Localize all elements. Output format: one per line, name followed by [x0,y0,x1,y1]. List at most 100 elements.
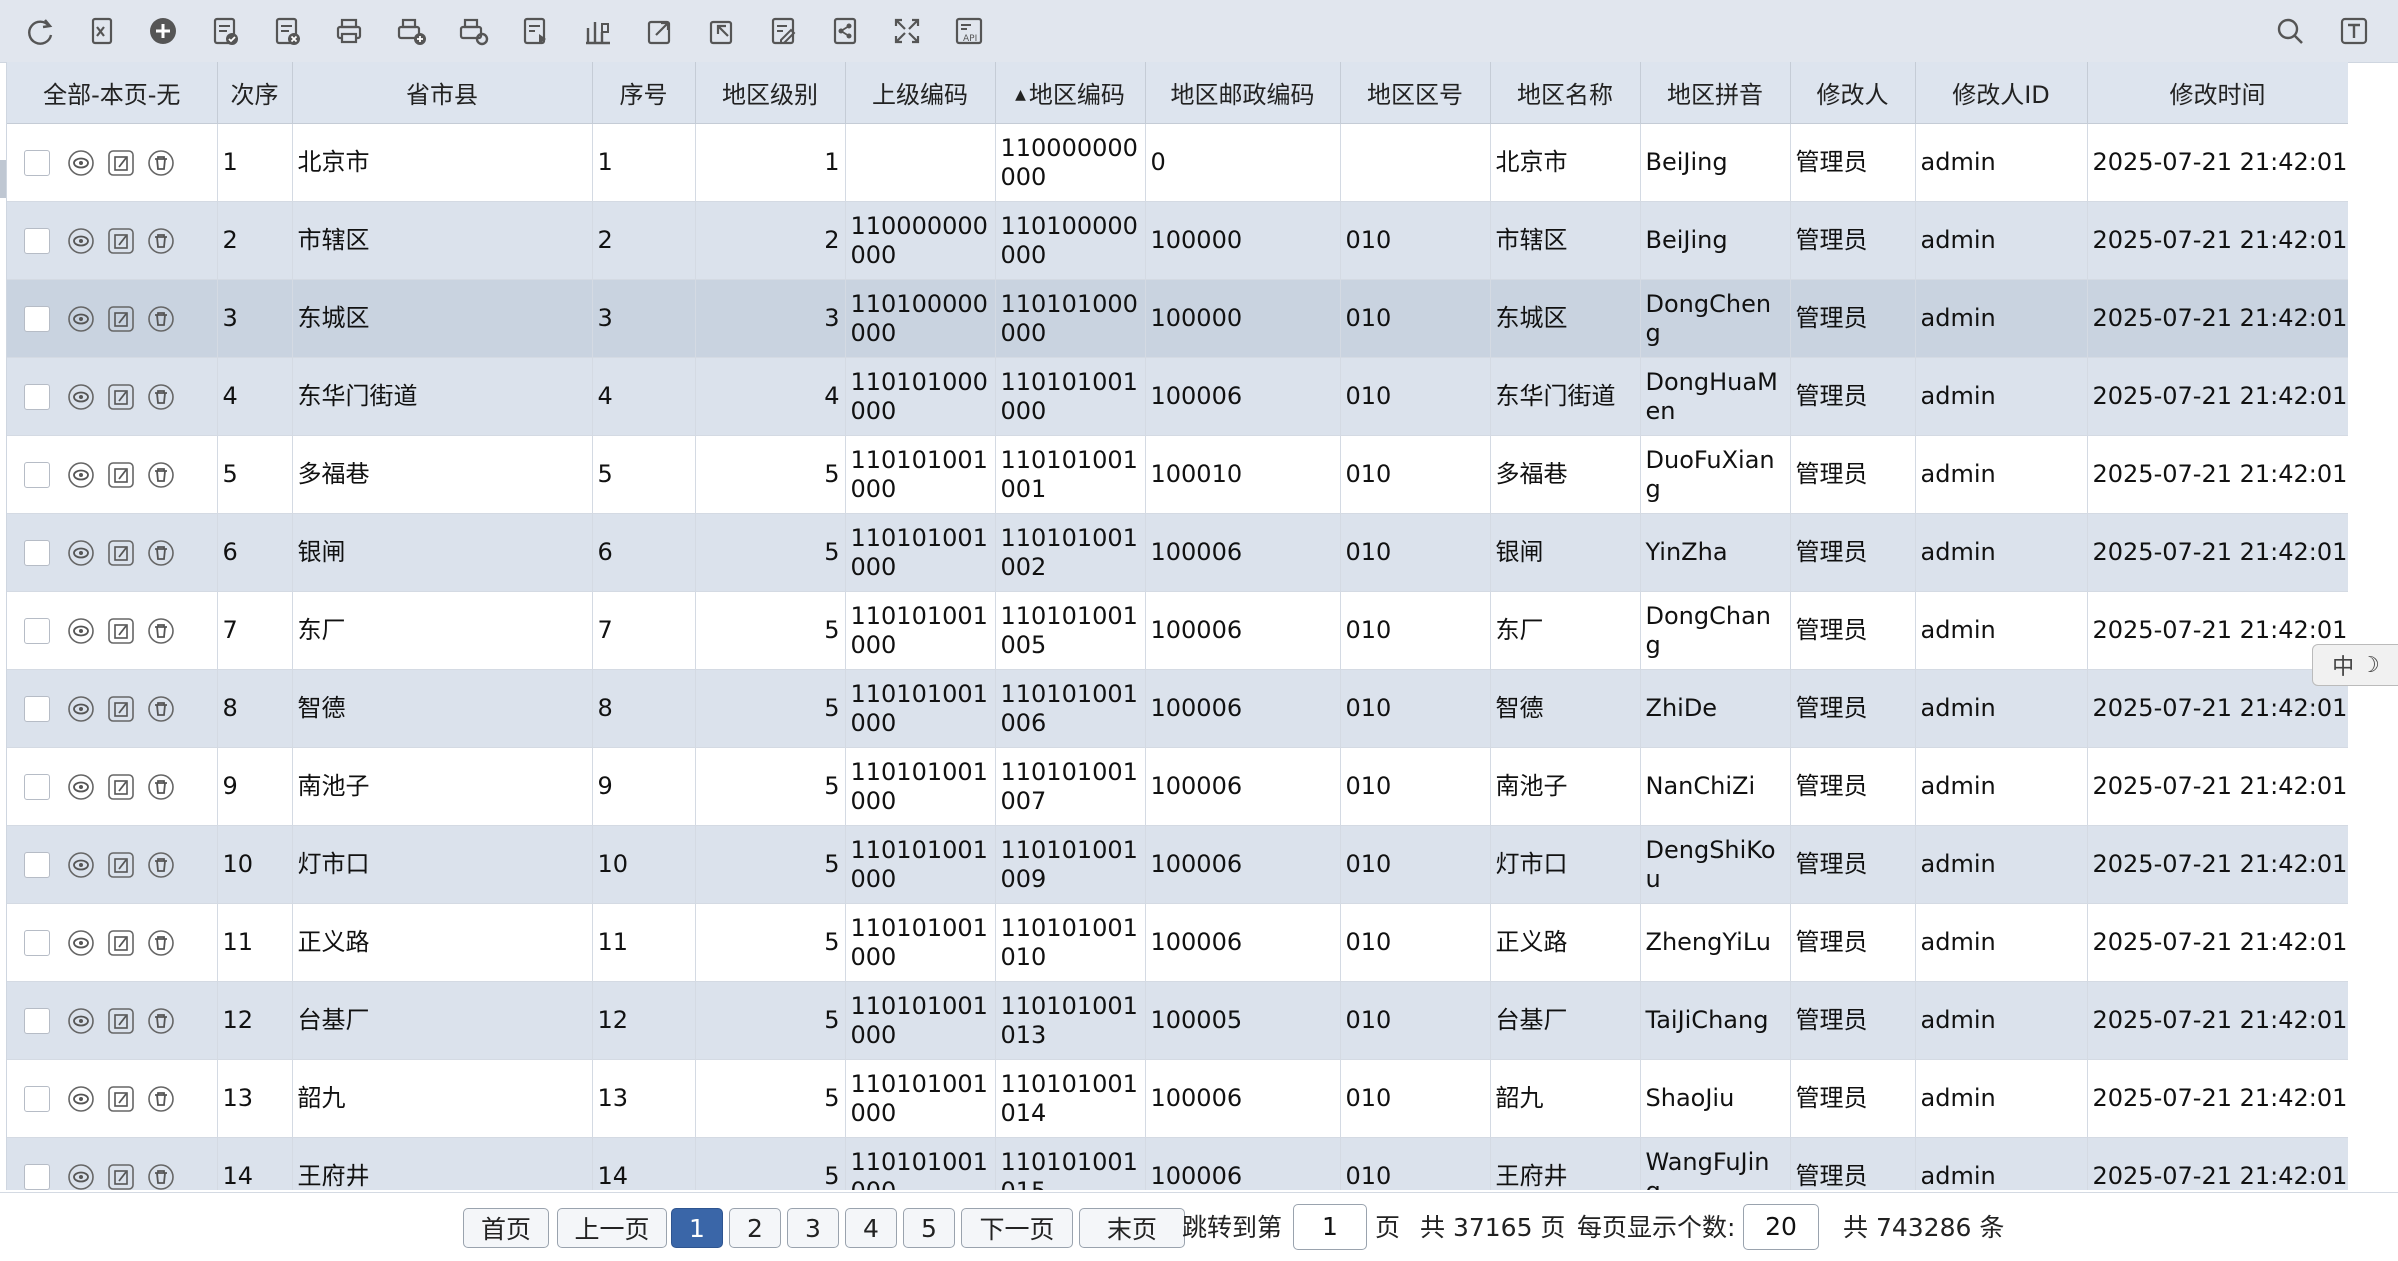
row-checkbox[interactable] [24,1085,50,1112]
table-row[interactable]: 11 正义路 11 5 110101001000 110101001010 100006 01… [7,903,2348,982]
row-checkbox[interactable] [24,383,50,410]
edit-icon[interactable] [106,1006,136,1036]
edit-form-icon[interactable] [763,11,803,51]
run-icon[interactable] [515,11,555,51]
row-checkbox[interactable] [24,695,50,722]
edit-icon[interactable] [106,538,136,568]
page-button-2[interactable]: 2 [729,1208,781,1248]
ime-indicator[interactable]: 中 ☽ [2312,644,2398,686]
edit-icon[interactable] [106,850,136,880]
refresh-icon[interactable] [19,11,59,51]
api-icon[interactable]: API [949,11,989,51]
text-tool-icon[interactable] [2334,11,2374,51]
row-checkbox[interactable] [24,227,50,254]
delete-icon[interactable] [146,694,176,724]
delete-icon[interactable] [146,304,176,334]
batch-delete-icon[interactable] [267,11,307,51]
delete-icon[interactable] [146,148,176,178]
col-modifier-header[interactable]: 修改人 [1790,62,1916,124]
table-row[interactable]: 10 灯市口 10 5 110101001000 110101001009 100006 01… [7,825,2348,904]
print-icon[interactable] [329,11,369,51]
row-checkbox[interactable] [24,149,50,176]
view-icon[interactable] [66,226,96,256]
table-row[interactable]: 13 韶九 13 5 110101001000 110101001014 100006 010… [7,1059,2348,1138]
delete-icon[interactable] [146,616,176,646]
view-icon[interactable] [66,304,96,334]
edit-icon[interactable] [106,226,136,256]
delete-icon[interactable] [146,1084,176,1114]
edit-icon[interactable] [106,694,136,724]
batch-approve-icon[interactable] [205,11,245,51]
delete-icon[interactable] [146,226,176,256]
page-button-3[interactable]: 3 [787,1208,839,1248]
table-row[interactable]: 6 银闸 6 5 110101001000 110101001002 100006 010 银闸… [7,513,2348,592]
edit-icon[interactable] [106,772,136,802]
row-checkbox[interactable] [24,1163,50,1190]
row-checkbox[interactable] [24,461,50,488]
page-button-4[interactable]: 4 [845,1208,897,1248]
view-icon[interactable] [66,850,96,880]
share-icon[interactable] [825,11,865,51]
table-row[interactable]: 2 市辖区 2 2 110000000000 110100000000 100000 010 市… [7,201,2348,280]
view-icon[interactable] [66,928,96,958]
row-checkbox[interactable] [24,1007,50,1034]
table-row[interactable]: 12 台基厂 12 5 110101001000 110101001013 100005 01… [7,981,2348,1060]
table-row[interactable]: 9 南池子 9 5 110101001000 110101001007 100006 010 南… [7,747,2348,826]
row-checkbox[interactable] [24,851,50,878]
view-icon[interactable] [66,772,96,802]
col-code-header[interactable]: ▲ 地区编码 [995,62,1146,124]
view-icon[interactable] [66,382,96,412]
col-postal-header[interactable]: 地区邮政编码 [1145,62,1341,124]
share-back-icon[interactable] [701,11,741,51]
page-button-5[interactable]: 5 [903,1208,955,1248]
view-icon[interactable] [66,460,96,490]
table-row[interactable]: 1 北京市 1 1 110000000000 0 北京市 BeiJing 管理员 admin 202… [7,123,2348,202]
fullscreen-icon[interactable] [887,11,927,51]
view-icon[interactable] [66,1084,96,1114]
col-modified-time-header[interactable]: 修改时间 [2087,62,2348,124]
share-out-icon[interactable] [639,11,679,51]
edit-icon[interactable] [106,304,136,334]
view-icon[interactable] [66,1006,96,1036]
view-icon[interactable] [66,616,96,646]
row-checkbox[interactable] [24,773,50,800]
col-parent-code-header[interactable]: 上级编码 [845,62,996,124]
table-row[interactable]: 8 智德 8 5 110101001000 110101001006 100006 010 智德… [7,669,2348,748]
first-page-button[interactable]: 首页 [463,1208,549,1248]
row-checkbox[interactable] [24,617,50,644]
view-icon[interactable] [66,694,96,724]
row-checkbox[interactable] [24,539,50,566]
print-add-icon[interactable] [391,11,431,51]
export-excel-icon[interactable] [81,11,121,51]
col-modifier-id-header[interactable]: 修改人ID [1915,62,2088,124]
delete-icon[interactable] [146,772,176,802]
edit-icon[interactable] [106,382,136,412]
row-checkbox[interactable] [24,305,50,332]
col-seq-header[interactable]: 序号 [592,62,696,124]
delete-icon[interactable] [146,382,176,412]
edit-icon[interactable] [106,460,136,490]
table-row[interactable]: 4 东华门街道 4 4 110101000000 110101001000 100006 01… [7,357,2348,436]
add-icon[interactable] [143,11,183,51]
delete-icon[interactable] [146,538,176,568]
prev-page-button[interactable]: 上一页 [557,1208,667,1248]
page-button-1[interactable]: 1 [671,1208,723,1248]
print-settings-icon[interactable] [453,11,493,51]
chart-icon[interactable] [577,11,617,51]
delete-icon[interactable] [146,850,176,880]
select-all-header[interactable]: 全部-本页-无 [7,62,218,124]
search-icon[interactable] [2270,11,2310,51]
delete-icon[interactable] [146,1006,176,1036]
col-level-header[interactable]: 地区级别 [695,62,846,124]
delete-icon[interactable] [146,460,176,490]
col-region-path-header[interactable]: 省市县 [292,62,593,124]
view-icon[interactable] [66,538,96,568]
row-checkbox[interactable] [24,929,50,956]
jump-page-input[interactable]: 1 [1293,1204,1367,1250]
edit-icon[interactable] [106,148,136,178]
edit-icon[interactable] [106,616,136,646]
col-name-header[interactable]: 地区名称 [1490,62,1641,124]
col-order-header[interactable]: 次序 [217,62,293,124]
table-row[interactable]: 5 多福巷 5 5 110101001000 110101001001 100010 010 多… [7,435,2348,514]
col-area-code-header[interactable]: 地区区号 [1340,62,1491,124]
